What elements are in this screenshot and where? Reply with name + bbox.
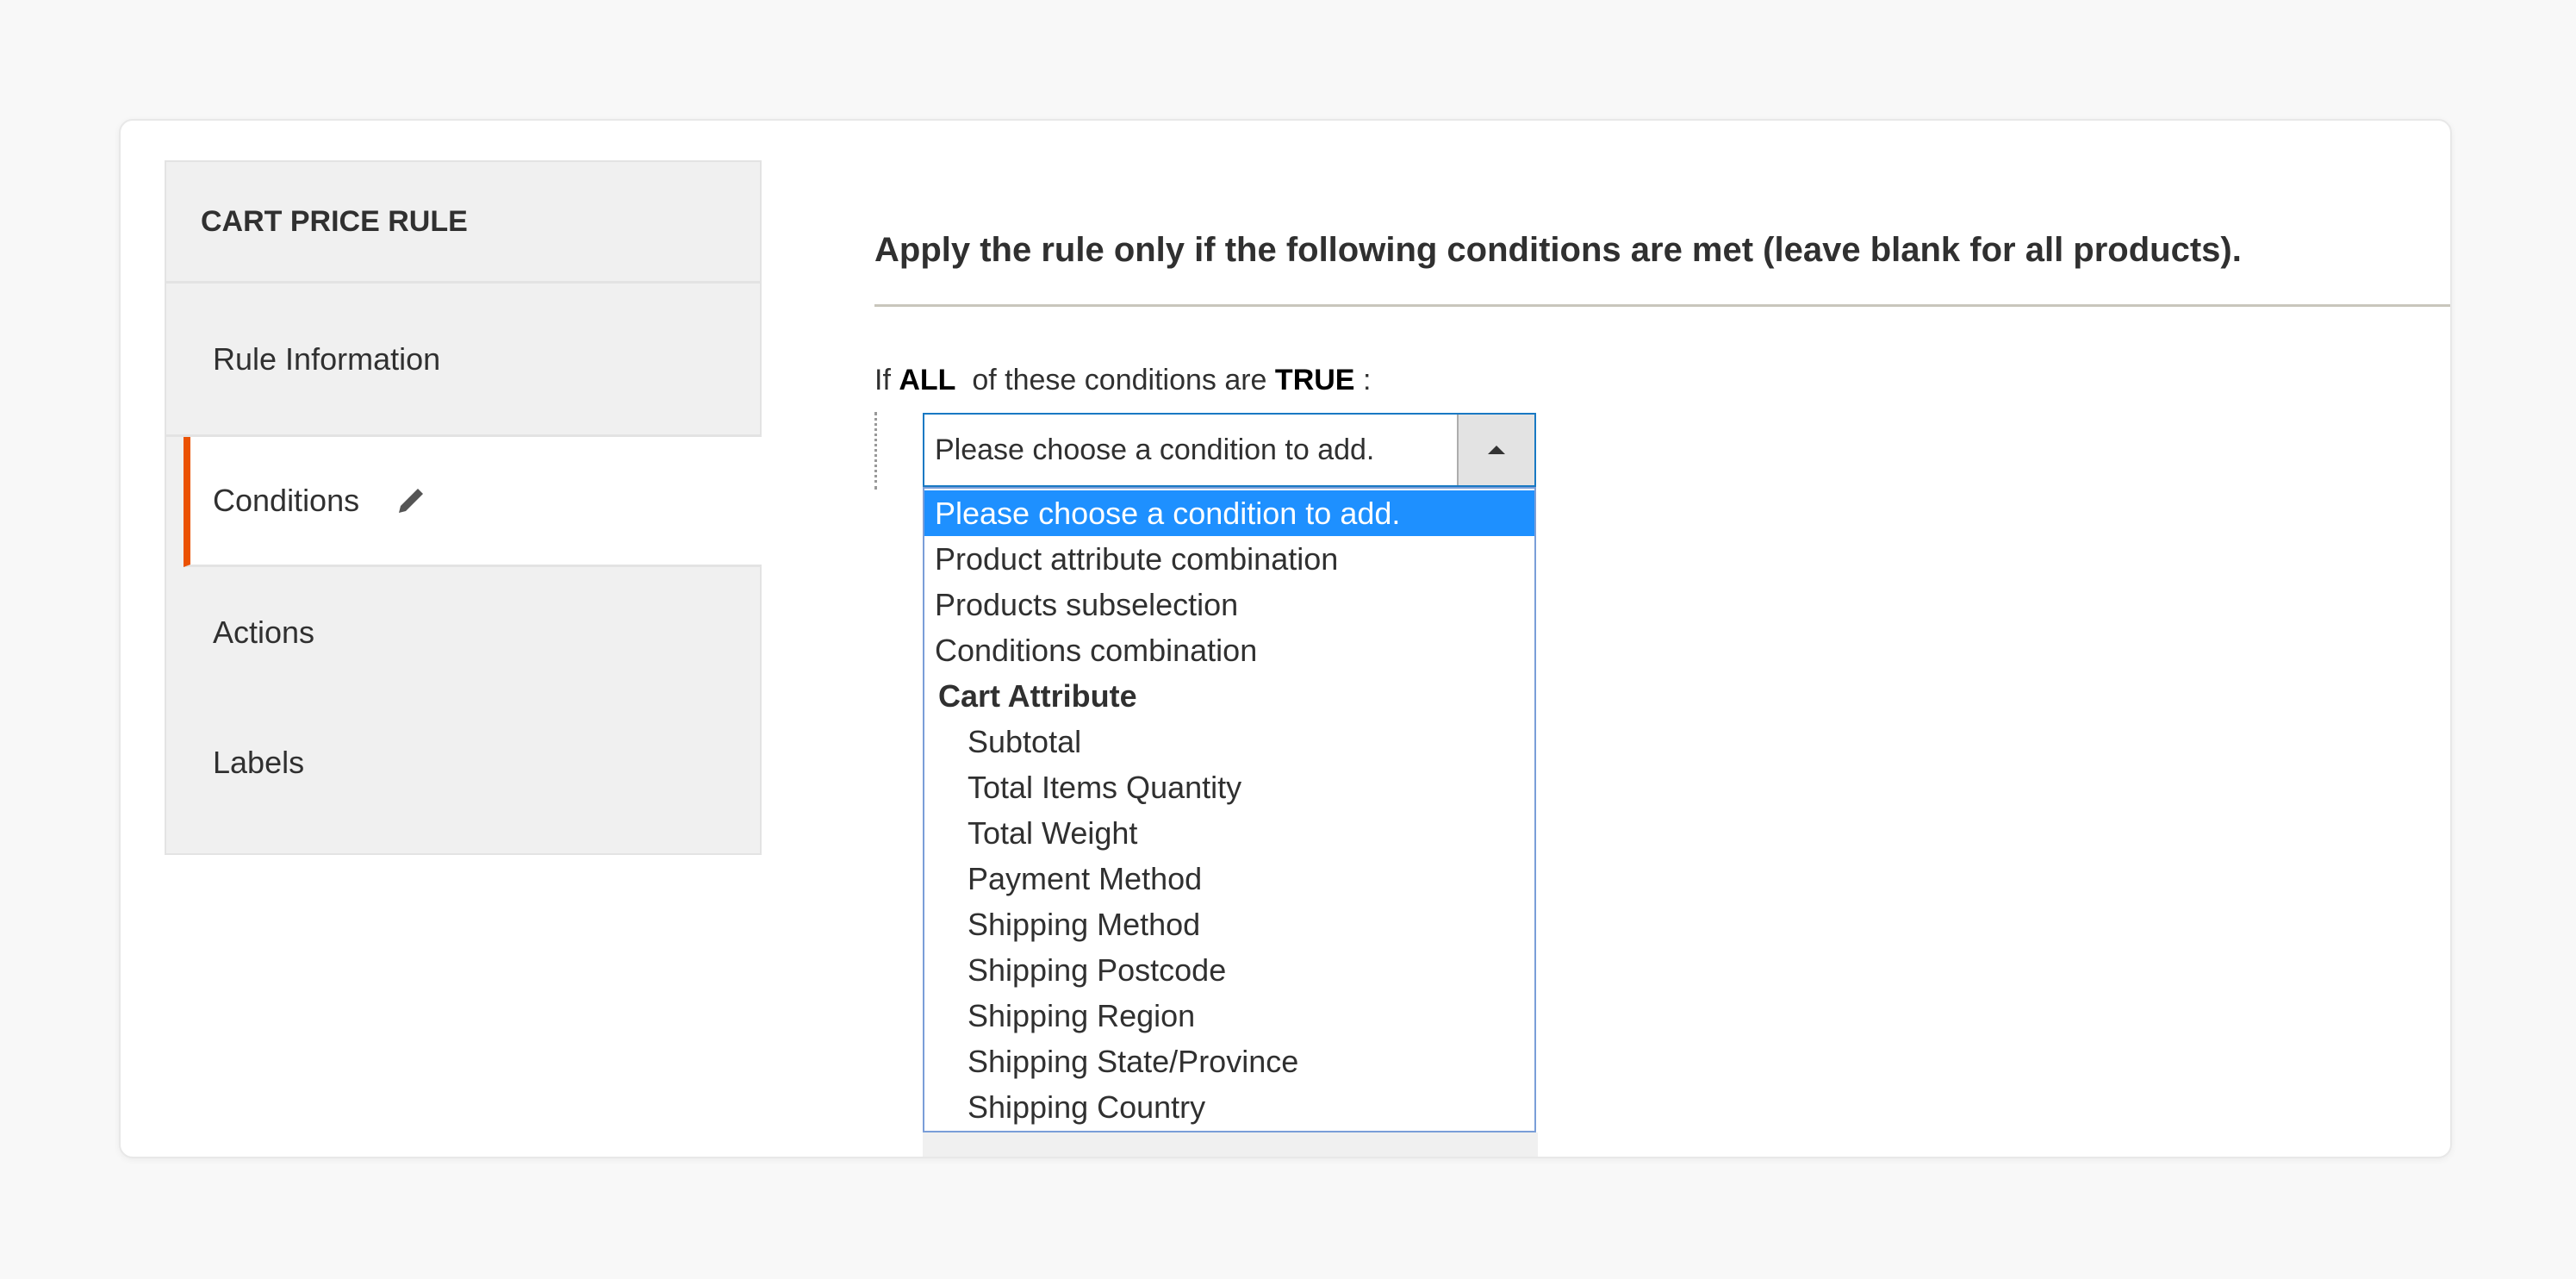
tree-connector	[874, 412, 877, 490]
condition-prefix: If	[874, 364, 891, 396]
condition-select[interactable]: Please choose a condition to add.	[923, 413, 1536, 487]
aggregator-toggle[interactable]: ALL	[899, 364, 955, 396]
condition-middle: of these conditions are	[972, 364, 1267, 396]
value-toggle[interactable]: TRUE	[1275, 364, 1355, 396]
caret-up-icon	[1488, 446, 1505, 454]
condition-select-value: Please choose a condition to add.	[935, 433, 1375, 466]
sidebar-title: CART PRICE RULE	[166, 162, 760, 284]
sidebar-item-conditions[interactable]: Conditions	[184, 437, 762, 567]
dropdown-shadow-strip	[923, 1132, 1538, 1157]
option-item[interactable]: Shipping Country	[924, 1084, 1534, 1130]
section-heading: Apply the rule only if the following con…	[874, 231, 2242, 269]
option-item[interactable]: Please choose a condition to add.	[924, 490, 1534, 536]
pencil-icon	[399, 489, 424, 513]
sidebar-item-rule-information[interactable]: Rule Information	[166, 284, 760, 437]
sidebar: CART PRICE RULE Rule Information Conditi…	[165, 160, 762, 855]
sidebar-item-label: Rule Information	[213, 340, 441, 377]
sidebar-item-labels[interactable]: Labels	[166, 697, 760, 827]
condition-options-list[interactable]: Please choose a condition to add. Produc…	[923, 487, 1536, 1132]
heading-divider	[874, 304, 2450, 307]
option-group-label: Cart Attribute	[938, 678, 1137, 714]
sidebar-item-label: Actions	[213, 614, 315, 650]
sidebar-item-actions[interactable]: Actions	[166, 567, 760, 697]
condition-sentence: If ALL of these conditions are TRUE :	[874, 364, 1371, 397]
option-item[interactable]: Shipping Method	[924, 902, 1534, 947]
condition-suffix: :	[1362, 364, 1372, 396]
option-item[interactable]: Product attribute combination	[924, 536, 1534, 582]
option-item[interactable]: Subtotal	[924, 719, 1534, 764]
option-item[interactable]: Shipping Region	[924, 993, 1534, 1039]
sidebar-item-label: Labels	[213, 744, 305, 780]
rule-editor-card: CART PRICE RULE Rule Information Conditi…	[119, 119, 2452, 1158]
option-item[interactable]: Payment Method	[924, 856, 1534, 902]
option-item[interactable]: Shipping Postcode	[924, 947, 1534, 993]
sidebar-item-label: Conditions	[213, 483, 360, 518]
option-item[interactable]: Total Items Quantity	[924, 764, 1534, 810]
option-item[interactable]: Conditions combination	[924, 627, 1534, 673]
option-item[interactable]: Shipping State/Province	[924, 1039, 1534, 1084]
option-item[interactable]: Total Weight	[924, 810, 1534, 856]
dropdown-toggle-button[interactable]	[1457, 415, 1534, 485]
option-item[interactable]: Products subselection	[924, 582, 1534, 627]
